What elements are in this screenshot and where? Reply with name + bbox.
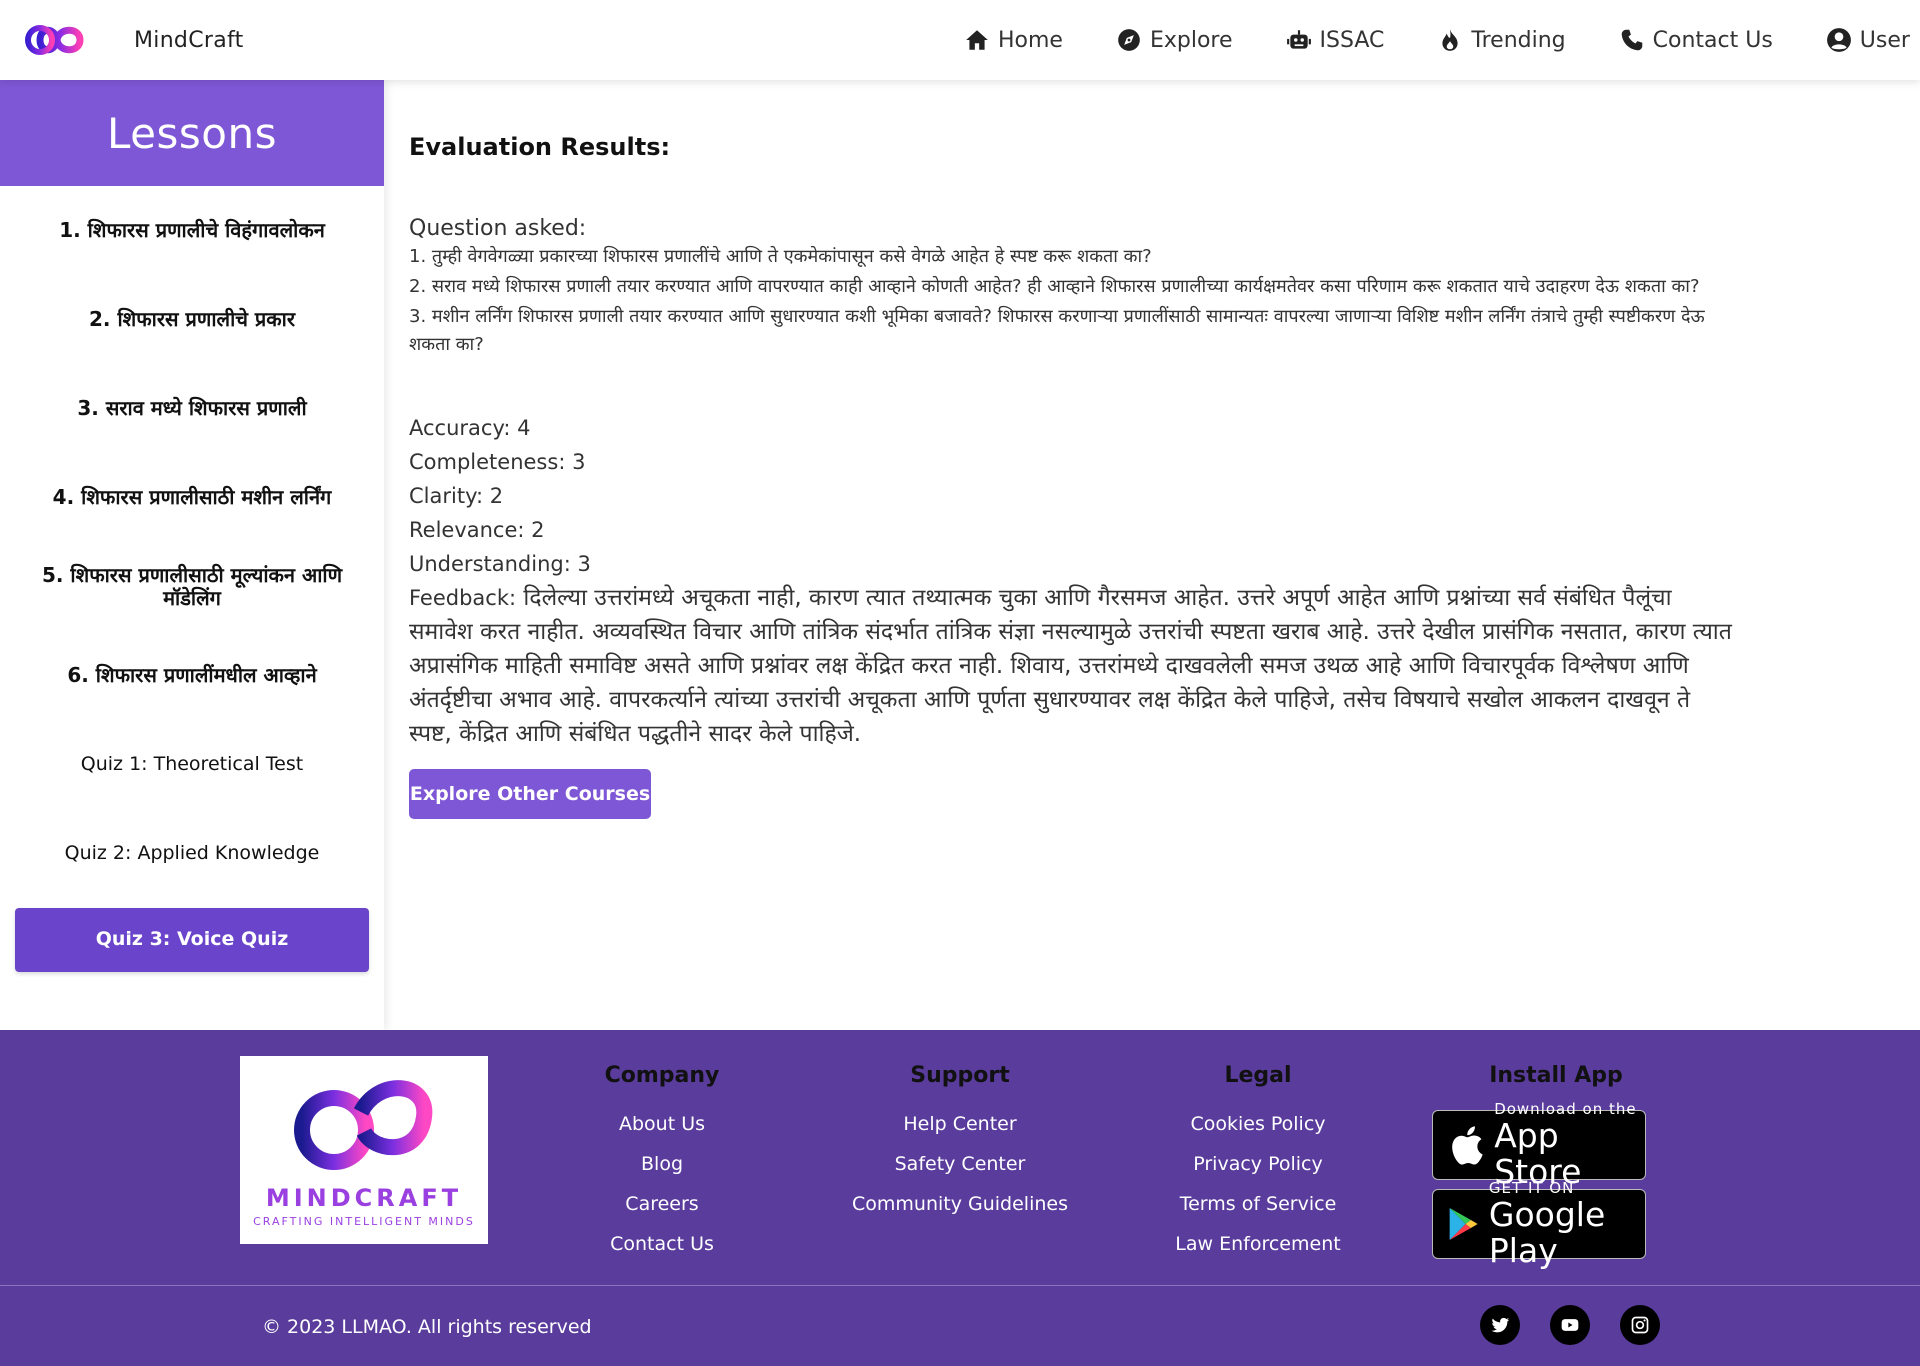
evaluation-content: Evaluation Results: Question asked: 1. त…: [409, 80, 1739, 819]
score-accuracy: Accuracy: 4: [409, 416, 531, 440]
lesson-list: 1. शिफारस प्रणालीचे विहंगावलोकन 2. शिफार…: [0, 186, 384, 982]
footer-link-safety-center[interactable]: Safety Center: [830, 1144, 1090, 1184]
quiz-item-3-wrapper: Quiz 3: Voice Quiz: [0, 898, 384, 982]
fire-icon: [1442, 29, 1458, 51]
quiz-item-1[interactable]: Quiz 1: Theoretical Test: [0, 720, 384, 809]
lesson-item-1[interactable]: 1. शिफारस प्रणालीचे विहंगावलोकन: [0, 186, 384, 275]
footer-link-cookies-policy[interactable]: Cookies Policy: [1128, 1104, 1388, 1144]
apple-icon: [1452, 1126, 1483, 1165]
google-play-badge[interactable]: GET IT ON Google Play: [1432, 1179, 1646, 1268]
question-heading: Question asked:: [409, 216, 587, 241]
score-relevance: Relevance: 2: [409, 518, 545, 542]
footer-link-law-enforcement[interactable]: Law Enforcement: [1128, 1224, 1388, 1264]
score-completeness: Completeness: 3: [409, 450, 586, 474]
app-store-small-text: Download on the: [1494, 1099, 1637, 1118]
footer-link-contact-us[interactable]: Contact Us: [532, 1224, 792, 1264]
footer-legal-column: Legal Cookies Policy Privacy Policy Term…: [1128, 1056, 1388, 1264]
question-1: 1. तुम्ही वेगवेगळ्या प्रकारच्या शिफारस प…: [409, 246, 1152, 267]
infinity-logo-icon: [25, 25, 84, 55]
lesson-item-2[interactable]: 2. शिफारस प्रणालीचे प्रकार: [0, 275, 384, 364]
top-navbar: MindCraft Home Explore ISSAC Trending Co…: [0, 0, 1920, 80]
footer-link-careers[interactable]: Careers: [532, 1184, 792, 1224]
feedback-text: दिलेल्या उत्तरांमध्ये अचूकता नाही, कारण …: [409, 585, 1732, 747]
youtube-link[interactable]: [1550, 1305, 1590, 1345]
footer-support-heading: Support: [910, 1063, 1010, 1088]
home-icon: [966, 30, 988, 50]
nav-issac[interactable]: ISSAC: [1286, 27, 1385, 53]
brand-name: MindCraft: [134, 27, 244, 53]
google-play-big-text: Google Play: [1488, 1194, 1606, 1270]
nav-trending-label: Trending: [1471, 27, 1566, 53]
brand[interactable]: MindCraft: [22, 17, 244, 63]
infinity-logo-icon: [294, 1080, 433, 1170]
feedback: Feedback: दिलेल्या उत्तरांमध्ये अचूकता न…: [409, 581, 1739, 751]
user-circle-icon: [1826, 28, 1851, 52]
nav-trending[interactable]: Trending: [1437, 27, 1566, 53]
footer-install-heading: Install App: [1489, 1063, 1623, 1088]
instagram-link[interactable]: [1620, 1305, 1660, 1345]
robot-icon: [1286, 30, 1311, 49]
lesson-item-6[interactable]: 6. शिफारस प्रणालींमधील आव्हाने: [0, 631, 384, 720]
nav-links: Home Explore ISSAC Trending Contact Us U…: [964, 0, 1910, 80]
footer-logo: MINDCRAFT CRAFTING INTELLIGENT MINDS: [240, 1056, 488, 1244]
instagram-icon: [1631, 1316, 1649, 1334]
twitter-link[interactable]: [1480, 1305, 1520, 1345]
footer-link-about-us[interactable]: About Us: [532, 1104, 792, 1144]
footer-legal-heading: Legal: [1224, 1063, 1292, 1088]
nav-explore-label: Explore: [1149, 27, 1233, 53]
footer-support-column: Support Help Center Safety Center Commun…: [830, 1056, 1090, 1224]
explore-other-courses-button[interactable]: Explore Other Courses: [409, 769, 651, 819]
twitter-icon: [1491, 1317, 1510, 1333]
copyright-text: © 2023 LLMAO. All rights reserved: [262, 1316, 592, 1338]
footer-logo-tagline: CRAFTING INTELLIGENT MINDS: [253, 1215, 475, 1228]
nav-home-label: Home: [998, 27, 1063, 53]
footer-link-privacy-policy[interactable]: Privacy Policy: [1128, 1144, 1388, 1184]
footer-link-terms-of-service[interactable]: Terms of Service: [1128, 1184, 1388, 1224]
nav-user[interactable]: User: [1826, 27, 1910, 53]
lesson-item-4[interactable]: 4. शिफारस प्रणालीसाठी मशीन लर्निंग: [0, 453, 384, 542]
quiz-item-3-active[interactable]: Quiz 3: Voice Quiz: [15, 908, 369, 972]
lesson-item-3[interactable]: 3. सराव मध्ये शिफारस प्रणाली: [0, 364, 384, 453]
google-play-icon: [1449, 1208, 1478, 1240]
lesson-item-5[interactable]: 5. शिफारस प्रणालीसाठी मूल्यांकन आणि मॉडे…: [0, 542, 384, 631]
footer-company-column: Company About Us Blog Careers Contact Us: [532, 1056, 792, 1264]
compass-icon: [1118, 29, 1140, 51]
nav-user-label: User: [1859, 27, 1910, 53]
footer-link-help-center[interactable]: Help Center: [830, 1104, 1090, 1144]
footer-link-community-guidelines[interactable]: Community Guidelines: [830, 1184, 1090, 1224]
footer: MINDCRAFT CRAFTING INTELLIGENT MINDS Com…: [0, 1030, 1920, 1366]
nav-home[interactable]: Home: [964, 27, 1063, 53]
sidebar-title: Lessons: [0, 80, 384, 186]
score-understanding: Understanding: 3: [409, 552, 591, 576]
youtube-icon: [1561, 1319, 1579, 1331]
nav-contact-label: Contact Us: [1652, 27, 1773, 53]
google-play-small-text: GET IT ON: [1488, 1178, 1575, 1197]
app-store-badge[interactable]: Download on the App Store: [1432, 1100, 1646, 1189]
quiz-item-2[interactable]: Quiz 2: Applied Knowledge: [0, 809, 384, 898]
lessons-sidebar: Lessons 1. शिफारस प्रणालीचे विहंगावलोकन …: [0, 80, 384, 1030]
footer-link-blog[interactable]: Blog: [532, 1144, 792, 1184]
phone-icon: [1621, 29, 1642, 51]
nav-contact[interactable]: Contact Us: [1619, 27, 1773, 53]
question-3: 3. मशीन लर्निंग शिफारस प्रणाली तयार करण्…: [409, 306, 1705, 355]
question-2: 2. सराव मध्ये शिफारस प्रणाली तयार करण्या…: [409, 276, 1700, 297]
feedback-label: Feedback:: [409, 586, 517, 610]
score-clarity: Clarity: 2: [409, 484, 504, 508]
footer-company-heading: Company: [604, 1063, 720, 1088]
nav-issac-label: ISSAC: [1319, 27, 1385, 53]
footer-divider: [0, 1285, 1920, 1286]
score-list: Accuracy: 4 Completeness: 3 Clarity: 2 R…: [409, 411, 1739, 581]
footer-install-column: Install App: [1426, 1056, 1686, 1104]
nav-explore[interactable]: Explore: [1116, 27, 1233, 53]
evaluation-title: Evaluation Results:: [409, 133, 671, 161]
footer-logo-name: MINDCRAFT: [265, 1184, 463, 1212]
